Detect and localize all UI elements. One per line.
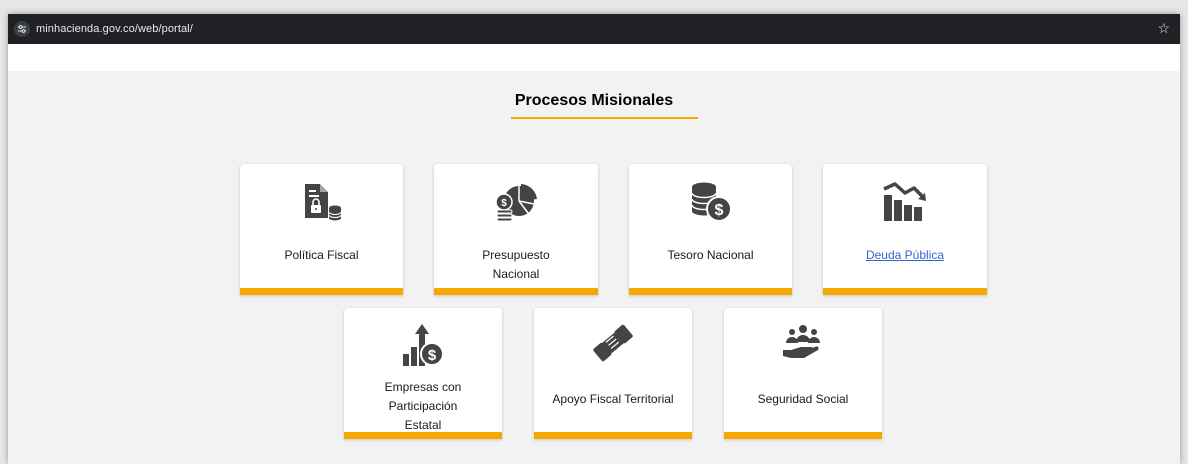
- card-accent-bar: [629, 288, 792, 295]
- section-title: Procesos Misionales: [514, 92, 674, 109]
- card-apoyo-fiscal-territorial[interactable]: Apoyo Fiscal Territorial: [534, 308, 692, 439]
- card-politica-fiscal[interactable]: Política Fiscal: [240, 164, 403, 295]
- card-deuda-publica[interactable]: Deuda Pública: [823, 164, 987, 295]
- card-label: Presupuesto Nacional: [482, 248, 550, 281]
- title-underline: [511, 117, 698, 119]
- document-lock-coins-icon: [304, 184, 341, 221]
- card-accent-bar: [344, 432, 502, 439]
- card-label: Política Fiscal: [284, 248, 359, 262]
- card-label: Empresas con Participación Estatal: [384, 380, 462, 432]
- svg-text:$: $: [501, 198, 507, 209]
- people-hand-icon: [783, 325, 820, 358]
- card-accent-bar: [534, 432, 692, 439]
- card-label-link[interactable]: Deuda Pública: [823, 246, 987, 265]
- card-empresas-participacion-estatal[interactable]: $ Empresas con Participación Estatal: [344, 308, 502, 439]
- card-label: Apoyo Fiscal Territorial: [552, 392, 674, 406]
- address-bar[interactable]: minhacienda.gov.co/web/portal/ ☆: [8, 14, 1180, 44]
- handshake-icon: [593, 324, 633, 362]
- coin-stack-dollar-icon: $: [690, 182, 732, 222]
- card-presupuesto-nacional[interactable]: $ Presupuesto Nacional: [434, 164, 598, 295]
- card-accent-bar: [240, 288, 403, 295]
- card-tesoro-nacional[interactable]: $ Tesoro Nacional: [629, 164, 792, 295]
- star-icon[interactable]: ☆: [1157, 20, 1170, 37]
- card-label: Seguridad Social: [757, 392, 849, 406]
- card-accent-bar: [434, 288, 598, 295]
- bar-chart-down-trend-icon: [883, 182, 926, 221]
- card-label: Tesoro Nacional: [667, 248, 754, 262]
- tune-icon[interactable]: [14, 21, 30, 37]
- page-header-strip: [8, 44, 1180, 71]
- coins-pie-chart-icon: $: [495, 184, 537, 222]
- url-text[interactable]: minhacienda.gov.co/web/portal/: [36, 23, 193, 35]
- card-accent-bar: [823, 288, 987, 295]
- svg-text:$: $: [714, 202, 723, 219]
- bars-arrow-up-dollar-icon: $: [403, 324, 444, 366]
- svg-text:$: $: [428, 347, 437, 364]
- card-accent-bar: [724, 432, 882, 439]
- card-seguridad-social[interactable]: Seguridad Social: [724, 308, 882, 439]
